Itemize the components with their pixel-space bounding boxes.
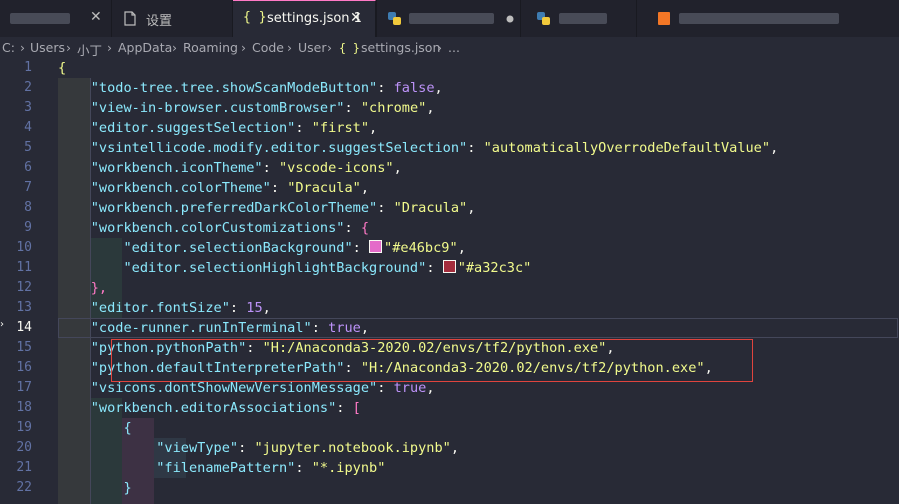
line-number: 2	[24, 80, 32, 95]
line-number: 11	[16, 260, 32, 275]
code-line[interactable]: {	[58, 418, 131, 438]
line-number: 20	[16, 440, 32, 455]
blurred-tab-label	[559, 13, 607, 24]
tab-label: settings.json 1	[267, 11, 362, 26]
breadcrumb-item[interactable]: Roaming	[183, 40, 238, 55]
notebook-icon	[658, 12, 670, 25]
color-swatch[interactable]	[442, 260, 456, 273]
code-line[interactable]: "workbench.iconTheme": "vscode-icons",	[58, 158, 402, 178]
line-number: 13	[16, 300, 32, 315]
line-number-current: 14	[16, 320, 32, 335]
line-number: 16	[16, 360, 32, 375]
breadcrumb-item[interactable]: 小丁	[77, 40, 102, 59]
code-line[interactable]: "editor.selectionHighlightBackground": "…	[58, 258, 531, 278]
line-number: 10	[16, 240, 32, 255]
line-number: 9	[24, 220, 32, 235]
code-line[interactable]: "editor.fontSize": 15,	[58, 298, 271, 318]
line-number: 4	[24, 120, 32, 135]
code-line[interactable]: "workbench.preferredDarkColorTheme": "Dr…	[58, 198, 476, 218]
line-number: 7	[24, 180, 32, 195]
code-line[interactable]: "editor.suggestSelection": "first",	[58, 118, 377, 138]
breadcrumb-file[interactable]: settings.json	[361, 40, 440, 55]
line-number: 1	[24, 60, 32, 75]
code-line[interactable]: "todo-tree.tree.showScanModeButton": fal…	[58, 78, 443, 98]
line-number: 6	[24, 160, 32, 175]
blurred-tab-label	[679, 13, 839, 24]
line-number: 22	[16, 480, 32, 495]
close-icon[interactable]: ✕	[350, 10, 362, 26]
breadcrumb-separator: ›	[107, 40, 112, 55]
code-line[interactable]: "view-in-browser.customBrowser": "chrome…	[58, 98, 435, 118]
editor[interactable]: 1 2 3 4 5 6 7 8 9 10 11 12 13 14 15 16 1…	[0, 58, 899, 504]
code-line[interactable]: "workbench.colorTheme": "Dracula",	[58, 178, 369, 198]
document-icon	[124, 11, 136, 26]
line-number: 15	[16, 340, 32, 355]
python-icon	[537, 12, 550, 25]
breadcrumb-separator: ›	[327, 40, 332, 55]
line-number: 17	[16, 380, 32, 395]
color-swatch[interactable]	[369, 240, 383, 253]
line-number: 8	[24, 200, 32, 215]
close-icon[interactable]: ✕	[90, 9, 102, 25]
fold-marker-icon[interactable]: ›	[0, 319, 4, 330]
breadcrumb-separator: ›	[287, 40, 292, 55]
breadcrumb-separator: ›	[437, 40, 442, 55]
code-line[interactable]: "workbench.colorCustomizations": {	[58, 218, 369, 238]
json-icon: { }	[339, 41, 360, 55]
code-line[interactable]: "workbench.editorAssociations": [	[58, 398, 361, 418]
line-number: 3	[24, 100, 32, 115]
breadcrumb-trail[interactable]: ...	[448, 40, 460, 55]
code-line[interactable]: "vsintellicode.modify.editor.suggestSele…	[58, 138, 779, 158]
blurred-tab-label	[10, 13, 70, 24]
line-number: 19	[16, 420, 32, 435]
code-line[interactable]: {	[58, 58, 66, 78]
tab-bar: ✕ 设置 { } settings.json 1 ✕	[0, 0, 899, 37]
code-line-current[interactable]: "code-runner.runInTerminal": true,	[58, 318, 369, 338]
line-number: 5	[24, 140, 32, 155]
tab-settings-json[interactable]: { } settings.json 1 ✕	[233, 0, 376, 37]
code-line[interactable]: "viewType": "jupyter.notebook.ipynb",	[58, 438, 459, 458]
breadcrumb: C: › Users › 小丁 › AppData › Roaming › Co…	[0, 37, 899, 59]
tab-label: 设置	[146, 14, 173, 29]
breadcrumb-item[interactable]: C:	[2, 40, 15, 55]
breadcrumb-item[interactable]: AppData	[118, 40, 172, 55]
breadcrumb-item[interactable]: Code	[252, 40, 284, 55]
code-line[interactable]: "filenamePattern": "*.ipynb"	[58, 458, 385, 478]
code-line[interactable]: },	[58, 278, 107, 298]
blurred-tab-label	[409, 13, 494, 24]
code-line[interactable]: }	[58, 478, 131, 498]
tab-blurred-3[interactable]	[521, 0, 637, 37]
breadcrumb-separator: ›	[20, 40, 25, 55]
line-number: 21	[16, 460, 32, 475]
tab-blurred-1[interactable]: ✕	[0, 0, 112, 37]
breadcrumb-separator: ›	[241, 40, 246, 55]
tab-blurred-2[interactable]	[377, 0, 521, 37]
cloud-icon	[506, 15, 514, 23]
breadcrumb-separator: ›	[66, 40, 71, 55]
line-number: 12	[16, 280, 32, 295]
breadcrumb-separator: ›	[172, 40, 177, 55]
breadcrumb-item[interactable]: User	[298, 40, 327, 55]
tab-settings-ui[interactable]: 设置	[112, 0, 233, 37]
breadcrumb-item[interactable]: Users	[30, 40, 65, 55]
code-line[interactable]: "editor.selectionBackground": "#e46bc9",	[58, 238, 466, 258]
tab-blurred-4[interactable]	[637, 0, 899, 37]
annotation-highlight-box	[111, 339, 753, 382]
line-number: 18	[16, 400, 32, 415]
python-icon	[388, 12, 401, 25]
json-icon: { }	[243, 10, 267, 25]
